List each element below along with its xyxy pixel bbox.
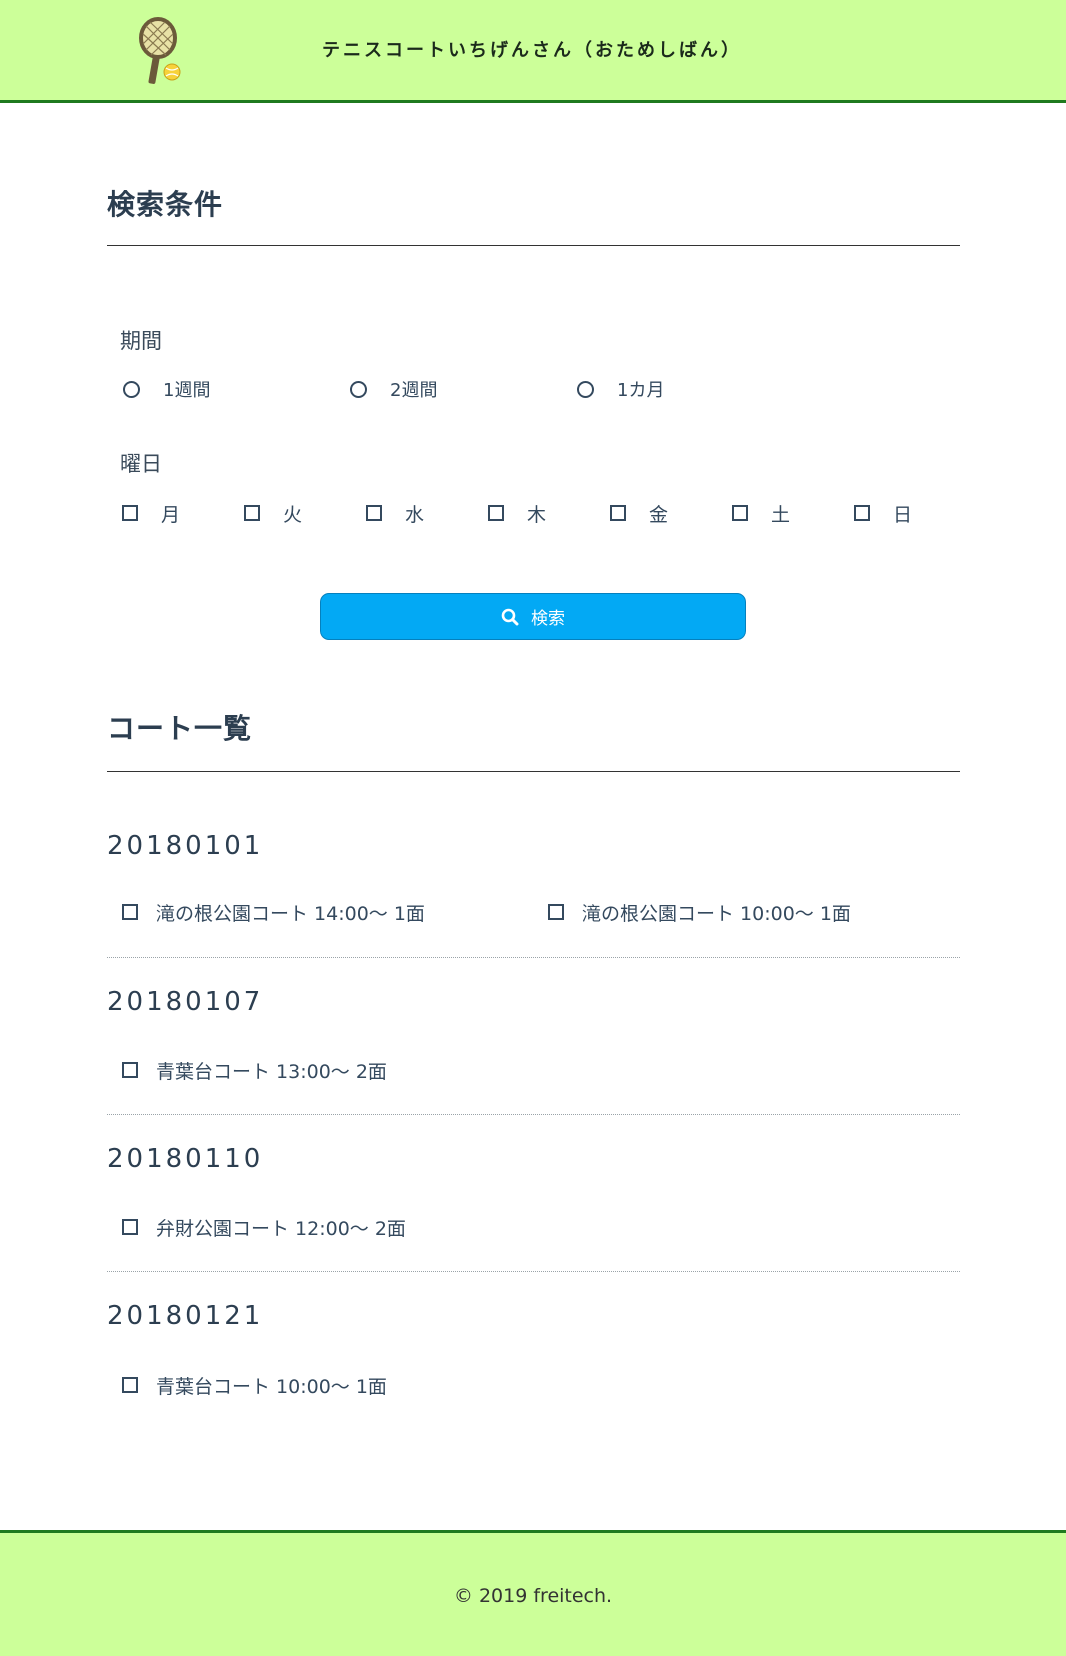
weekday-option-label: 金 <box>649 503 669 526</box>
weekday-option-label: 木 <box>527 503 547 526</box>
court-label: 青葉台コート 13:00〜 2面 <box>156 1060 387 1083</box>
date-heading: 20180121 <box>107 1301 264 1331</box>
court-checkbox-item[interactable]: 弁財公園コート 12:00〜 2面 <box>122 1215 406 1240</box>
section-divider <box>107 245 960 246</box>
weekday-checkbox-mon[interactable]: 月 <box>122 502 181 526</box>
search-button[interactable]: 検索 <box>320 593 746 640</box>
section-divider <box>107 771 960 772</box>
weekday-option-label: 土 <box>771 503 791 526</box>
court-checkbox-item[interactable]: 青葉台コート 10:00〜 1面 <box>122 1373 387 1398</box>
period-label: 期間 <box>120 329 162 353</box>
period-radio-2weeks[interactable]: 2週間 <box>350 378 438 401</box>
period-radio-1week[interactable]: 1週間 <box>123 378 211 401</box>
period-option-label: 1週間 <box>163 380 211 401</box>
checkbox-icon[interactable] <box>610 505 626 521</box>
checkbox-icon[interactable] <box>122 1377 138 1393</box>
checkbox-icon[interactable] <box>122 1062 138 1078</box>
checkbox-icon[interactable] <box>366 505 382 521</box>
weekday-checkbox-thu[interactable]: 木 <box>488 502 547 526</box>
weekday-option-label: 日 <box>893 503 913 526</box>
group-divider <box>107 1271 960 1272</box>
radio-circle-icon[interactable] <box>350 380 367 398</box>
weekday-option-label: 月 <box>161 503 181 526</box>
period-option-label: 1カ月 <box>617 380 665 401</box>
court-checkbox-item[interactable]: 青葉台コート 13:00〜 2面 <box>122 1058 387 1083</box>
group-divider <box>107 957 960 958</box>
radio-circle-icon[interactable] <box>123 380 140 398</box>
period-option-label: 2週間 <box>390 380 438 401</box>
checkbox-icon[interactable] <box>122 505 138 521</box>
court-label: 青葉台コート 10:00〜 1面 <box>156 1375 387 1398</box>
date-heading: 20180101 <box>107 831 264 861</box>
weekday-checkbox-wed[interactable]: 水 <box>366 502 425 526</box>
copyright-text: © 2019 freitech. <box>453 1585 613 1607</box>
court-list-heading: コート一覧 <box>107 712 253 745</box>
checkbox-icon[interactable] <box>488 505 504 521</box>
site-title: テニスコートいちげんさん（おためしばん） <box>322 40 742 61</box>
weekday-option-label: 水 <box>405 503 425 526</box>
search-conditions-heading: 検索条件 <box>107 188 224 221</box>
search-button-label: 検索 <box>531 609 565 629</box>
search-icon <box>501 608 519 625</box>
court-checkbox-item[interactable]: 滝の根公園コート 14:00〜 1面 <box>122 900 425 925</box>
checkbox-icon[interactable] <box>548 904 564 920</box>
checkbox-icon[interactable] <box>244 505 260 521</box>
checkbox-icon[interactable] <box>122 1219 138 1235</box>
court-label: 弁財公園コート 12:00〜 2面 <box>156 1217 406 1240</box>
period-radio-group: 1週間 2週間 1カ月 <box>120 378 940 401</box>
checkbox-icon[interactable] <box>732 505 748 521</box>
radio-circle-icon[interactable] <box>577 380 594 398</box>
weekday-label: 曜日 <box>120 452 162 476</box>
weekday-option-label: 火 <box>283 503 303 526</box>
period-radio-1month[interactable]: 1カ月 <box>577 378 665 401</box>
weekday-checkbox-sun[interactable]: 日 <box>854 502 913 526</box>
court-label: 滝の根公園コート 14:00〜 1面 <box>156 902 425 925</box>
group-divider <box>107 1114 960 1115</box>
weekday-checkbox-tue[interactable]: 火 <box>244 502 303 526</box>
court-label: 滝の根公園コート 10:00〜 1面 <box>582 902 851 925</box>
tennis-racket-icon[interactable] <box>136 16 186 86</box>
checkbox-icon[interactable] <box>122 904 138 920</box>
court-checkbox-item[interactable]: 滝の根公園コート 10:00〜 1面 <box>548 900 851 925</box>
site-footer: © 2019 freitech. <box>0 1530 1066 1656</box>
checkbox-icon[interactable] <box>854 505 870 521</box>
site-header: テニスコートいちげんさん（おためしばん） <box>0 0 1066 103</box>
date-heading: 20180107 <box>107 987 264 1017</box>
date-heading: 20180110 <box>107 1144 264 1174</box>
weekday-checkbox-group: 月 火 水 木 金 土 日 <box>120 502 940 526</box>
weekday-checkbox-fri[interactable]: 金 <box>610 502 669 526</box>
weekday-checkbox-sat[interactable]: 土 <box>732 502 791 526</box>
